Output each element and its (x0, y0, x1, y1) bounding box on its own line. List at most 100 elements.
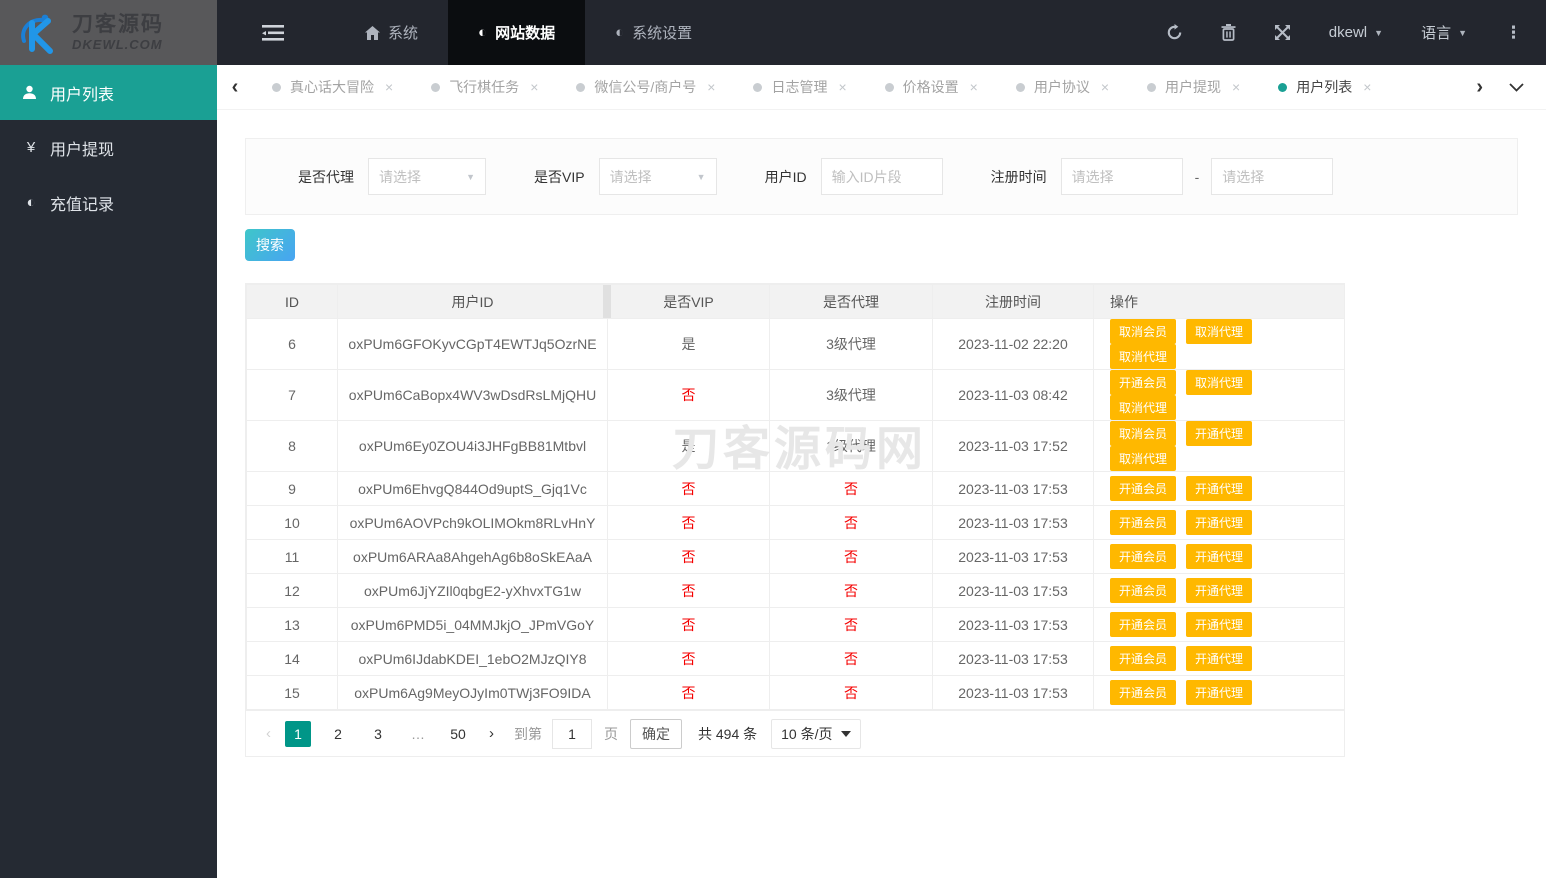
enable-member-button[interactable]: 开通会员 (1110, 646, 1177, 671)
tab-5[interactable]: 价格设置 × (866, 77, 997, 97)
chevron-down-icon: ▼ (1458, 27, 1467, 38)
tab-close-icon[interactable]: × (838, 79, 846, 95)
enable-agent-button[interactable]: 开通代理 (1186, 612, 1253, 637)
cancel-member-button[interactable]: 取消会员 (1110, 421, 1177, 446)
trash-icon[interactable] (1221, 24, 1236, 41)
tab-7[interactable]: 用户提现 × (1128, 77, 1259, 97)
next-page-icon[interactable]: › (489, 725, 494, 742)
enable-member-button[interactable]: 开通会员 (1110, 476, 1177, 501)
col-header-userid: 用户ID (337, 284, 611, 319)
tab-close-icon[interactable]: × (1101, 79, 1109, 95)
sidebar-item-1[interactable]: 用户列表 (0, 65, 217, 120)
regtime-end-input[interactable] (1211, 158, 1334, 195)
enable-agent-button[interactable]: 开通代理 (1186, 510, 1253, 535)
cancel-agent-button[interactable]: 取消代理 (1110, 344, 1177, 369)
goto-page-input[interactable] (552, 718, 592, 749)
page-number[interactable]: 1 (285, 720, 311, 747)
cancel-agent-button[interactable]: 取消代理 (1186, 319, 1253, 344)
cancel-agent-button[interactable]: 取消代理 (1110, 395, 1177, 420)
nav-item-2[interactable]: ◐ 网站数据 (448, 0, 586, 65)
cell-userid: oxPUm6IJdabKDEI_1ebO2MJzQIY8 (337, 641, 608, 676)
userid-input[interactable] (820, 158, 943, 195)
topbar-actions: dkewl ▼ 语言 ▼ ⋮ (1166, 0, 1546, 65)
cancel-agent-button[interactable]: 取消代理 (1110, 446, 1177, 471)
cell-id: 12 (246, 573, 338, 608)
enable-member-button[interactable]: 开通会员 (1110, 544, 1177, 569)
tab-8[interactable]: 用户列表 × (1259, 77, 1390, 97)
enable-member-button[interactable]: 开通会员 (1110, 680, 1177, 705)
tab-close-icon[interactable]: × (970, 79, 978, 95)
cancel-agent-button[interactable]: 取消代理 (1186, 370, 1253, 395)
enable-agent-button[interactable]: 开通代理 (1186, 680, 1253, 705)
vip-select[interactable]: 请选择 ▼ (598, 158, 717, 195)
tab-1[interactable]: 真心话大冒险 × (253, 77, 412, 97)
total-count-label: 共 494 条 (698, 725, 758, 742)
more-options-icon[interactable]: ⋮ (1505, 23, 1522, 43)
half-circle-icon: ◐ (615, 24, 625, 41)
page-number[interactable]: 2 (325, 721, 351, 747)
user-menu[interactable]: dkewl ▼ (1329, 24, 1383, 41)
cell-regtime: 2023-11-03 17:53 (932, 573, 1094, 608)
enable-member-button[interactable]: 开通会员 (1110, 510, 1177, 535)
page-size-value: 10 条/页 (781, 725, 833, 742)
enable-member-button[interactable]: 开通会员 (1110, 370, 1177, 395)
tab-close-icon[interactable]: × (1363, 79, 1371, 95)
tab-close-icon[interactable]: × (707, 79, 715, 95)
tab-2[interactable]: 飞行棋任务 × (412, 77, 557, 97)
menu-fold-icon[interactable] (245, 0, 301, 65)
tab-close-icon[interactable]: × (1232, 79, 1240, 95)
enable-agent-button[interactable]: 开通代理 (1186, 578, 1253, 603)
enable-agent-button[interactable]: 开通代理 (1186, 421, 1253, 446)
tab-3[interactable]: 微信公号/商户号 × (557, 77, 734, 97)
tabs-scroll-left-icon[interactable]: ‹ (217, 76, 253, 99)
tabs-dropdown-icon[interactable] (1509, 82, 1524, 92)
tab-status-dot (431, 82, 441, 92)
nav-item-3[interactable]: ◐ 系统设置 (585, 0, 722, 65)
enable-agent-button[interactable]: 开通代理 (1186, 544, 1253, 569)
tabs-scroll-right-icon[interactable]: › (1476, 76, 1483, 99)
agent-select[interactable]: 请选择 ▼ (368, 158, 486, 195)
fullscreen-icon[interactable] (1274, 24, 1291, 41)
date-range-separator: - (1194, 168, 1200, 185)
tab-6[interactable]: 用户协议 × (997, 77, 1128, 97)
cell-userid: oxPUm6Ey0ZOU4i3JHFgBB81Mtbvl (337, 420, 608, 472)
cell-regtime: 2023-11-03 17:53 (932, 675, 1094, 710)
enable-member-button[interactable]: 开通会员 (1110, 612, 1177, 637)
language-menu[interactable]: 语言 ▼ (1421, 22, 1467, 43)
page-size-select[interactable]: 10 条/页 (771, 718, 861, 749)
table-row: 13 oxPUm6PMD5i_04MMJkjO_JPmVGoY 否否 2023-11-… (246, 607, 1345, 642)
cell-userid: oxPUm6JjYZIl0qbgE2-yXhvxTG1w (337, 573, 608, 608)
tab-label: 价格设置 (902, 79, 959, 95)
cell-id: 7 (246, 369, 338, 421)
prev-page-icon[interactable]: ‹ (266, 725, 271, 742)
cell-userid: oxPUm6ARAa8AhgehAg6b8oSkEAaA (337, 539, 608, 574)
page-number[interactable]: 3 (365, 721, 391, 747)
cell-actions: 开通会员 开通代理 (1093, 573, 1345, 608)
confirm-page-button[interactable]: 确定 (630, 718, 682, 749)
tab-4[interactable]: 日志管理 × (734, 77, 865, 97)
sidebar-item-3[interactable]: ◐ 充值记录 (0, 175, 217, 230)
cell-vip: 否 (607, 539, 770, 574)
nav-item-label: 系统 (388, 25, 419, 42)
table-row: 7 oxPUm6CaBopx4WV3wDsdRsLMjQHU 否 3级代理 2023-1… (246, 369, 1345, 421)
brand-logo-icon (21, 14, 53, 54)
tab-close-icon[interactable]: × (385, 79, 393, 95)
column-resize-grip[interactable] (603, 285, 611, 318)
cell-id: 11 (246, 539, 338, 574)
enable-member-button[interactable]: 开通会员 (1110, 578, 1177, 603)
search-button[interactable]: 搜索 (245, 229, 295, 261)
cancel-member-button[interactable]: 取消会员 (1110, 319, 1177, 344)
filter-vip: 是否VIP 请选择 ▼ (534, 158, 717, 195)
nav-item-1[interactable]: 系统 (335, 0, 448, 65)
enable-agent-button[interactable]: 开通代理 (1186, 476, 1253, 501)
sidebar-menu: 用户列表 ¥ 用户提现 ◐ 充值记录 (0, 65, 217, 230)
enable-agent-button[interactable]: 开通代理 (1186, 646, 1253, 671)
tab-close-icon[interactable]: × (530, 79, 538, 95)
cell-regtime: 2023-11-03 17:53 (932, 607, 1094, 642)
cell-id: 13 (246, 607, 338, 642)
refresh-icon[interactable] (1166, 24, 1183, 41)
sidebar-item-2[interactable]: ¥ 用户提现 (0, 120, 217, 175)
page-number[interactable]: 50 (445, 721, 471, 747)
regtime-start-input[interactable] (1060, 158, 1183, 195)
home-icon (365, 25, 380, 40)
